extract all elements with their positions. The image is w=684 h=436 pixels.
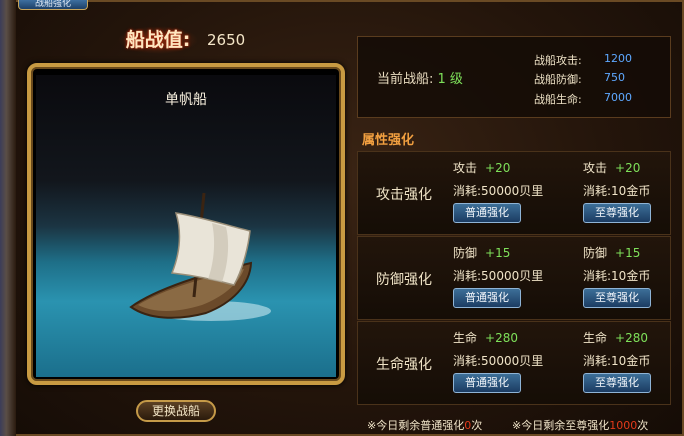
supreme-stat-plus: +20: [615, 161, 641, 175]
normal-remaining-suffix: 次: [471, 419, 483, 432]
normal-stat-plus: +15: [485, 246, 511, 260]
stat-row-defense: 战船防御: 750: [534, 71, 625, 87]
cost-value: 10金币: [611, 184, 651, 198]
normal-stat-defense: 防御 +15: [453, 244, 510, 261]
normal-cost-attack: 消耗:50000贝里: [453, 182, 543, 199]
cost-label: 消耗:: [453, 184, 482, 198]
normal-stat-name: 攻击: [453, 161, 478, 175]
background-edge: [0, 0, 16, 436]
combat-value-label: 船战值:: [118, 26, 198, 54]
normal-cost-life: 消耗:50000贝里: [453, 352, 543, 369]
supreme-enhance-button-attack[interactable]: 至尊强化: [583, 203, 651, 223]
cost-label: 消耗:: [583, 184, 612, 198]
enhance-panel-attack: 攻击强化 攻击 +20 消耗:50000贝里 普通强化 攻击 +20 消耗:10金币…: [357, 151, 671, 235]
supreme-column-defense: 防御 +15 消耗:10金币 至尊强化: [583, 237, 684, 321]
supreme-enhance-button-defense[interactable]: 至尊强化: [583, 288, 651, 308]
stat-row-attack: 战船攻击: 1200: [534, 52, 632, 68]
stat-label-attack: 战船攻击:: [534, 54, 582, 67]
normal-stat-plus: +280: [485, 331, 518, 345]
normal-stat-life: 生命 +280: [453, 329, 518, 346]
change-ship-button[interactable]: 更换战船: [136, 400, 216, 422]
current-ship-panel: 当前战船: 1 级 战船攻击: 1200 战船防御: 750 战船生命: 700…: [357, 36, 671, 118]
normal-column-attack: 攻击 +20 消耗:50000贝里 普通强化: [453, 152, 563, 236]
normal-column-life: 生命 +280 消耗:50000贝里 普通强化: [453, 322, 563, 406]
supreme-column-life: 生命 +280 消耗:10金币 至尊强化: [583, 322, 684, 406]
supreme-stat-life: 生命 +280: [583, 329, 648, 346]
stat-value-attack: 1200: [604, 52, 632, 65]
ship-illustration: [129, 192, 271, 321]
normal-stat-name: 生命: [453, 331, 478, 345]
supreme-column-attack: 攻击 +20 消耗:10金币 至尊强化: [583, 152, 684, 236]
supreme-enhance-button-life[interactable]: 至尊强化: [583, 373, 651, 393]
supreme-stat-defense: 防御 +15: [583, 244, 640, 261]
ship-view: 单帆船: [36, 75, 336, 377]
normal-remaining-note: ※今日剩余普通强化0次: [367, 417, 482, 433]
supreme-stat-name: 生命: [583, 331, 608, 345]
stat-label-defense: 战船防御:: [534, 73, 582, 86]
supreme-stat-name: 攻击: [583, 161, 608, 175]
supreme-remaining-prefix: ※今日剩余至尊强化: [512, 419, 610, 432]
cost-label: 消耗:: [583, 269, 612, 283]
supreme-remaining-count: 1000: [609, 419, 638, 432]
normal-enhance-button-attack[interactable]: 普通强化: [453, 203, 521, 223]
enhance-label-life: 生命强化: [376, 357, 432, 373]
cost-label: 消耗:: [583, 354, 612, 368]
cost-value: 10金币: [611, 354, 651, 368]
stat-value-defense: 750: [604, 71, 625, 84]
cost-value: 50000贝里: [481, 184, 544, 198]
supreme-remaining-note: ※今日剩余至尊强化1000次: [512, 417, 648, 433]
supreme-stat-name: 防御: [583, 246, 608, 260]
normal-enhance-button-life[interactable]: 普通强化: [453, 373, 521, 393]
supreme-stat-plus: +15: [615, 246, 641, 260]
supreme-cost-life: 消耗:10金币: [583, 352, 650, 369]
stat-value-life: 7000: [604, 91, 632, 104]
current-ship-label: 当前战船: 1 级: [377, 68, 463, 87]
cost-value: 50000贝里: [481, 354, 544, 368]
supreme-cost-attack: 消耗:10金币: [583, 182, 650, 199]
supreme-stat-attack: 攻击 +20: [583, 159, 640, 176]
supreme-remaining-suffix: 次: [637, 419, 649, 432]
enhance-label-defense: 防御强化: [376, 272, 432, 288]
enhance-label-attack: 攻击强化: [376, 187, 432, 203]
stat-label-life: 战船生命:: [534, 93, 582, 106]
current-ship-level: 1 级: [437, 72, 463, 87]
cost-label: 消耗:: [453, 269, 482, 283]
normal-stat-name: 防御: [453, 246, 478, 260]
current-ship-label-text: 当前战船:: [377, 72, 434, 87]
normal-stat-attack: 攻击 +20: [453, 159, 510, 176]
supreme-cost-defense: 消耗:10金币: [583, 267, 650, 284]
cost-value: 50000贝里: [481, 269, 544, 283]
normal-stat-plus: +20: [485, 161, 511, 175]
normal-column-defense: 防御 +15 消耗:50000贝里 普通强化: [453, 237, 563, 321]
cost-label: 消耗:: [453, 354, 482, 368]
combat-value: 2650: [207, 31, 246, 49]
normal-enhance-button-defense[interactable]: 普通强化: [453, 288, 521, 308]
supreme-stat-plus: +280: [615, 331, 648, 345]
enhance-panel-life: 生命强化 生命 +280 消耗:50000贝里 普通强化 生命 +280 消耗:10…: [357, 321, 671, 405]
stat-row-life: 战船生命: 7000: [534, 91, 632, 107]
normal-cost-defense: 消耗:50000贝里: [453, 267, 543, 284]
window-title-tab[interactable]: 战船强化: [18, 0, 88, 10]
ship-display-frame: 单帆船: [27, 63, 345, 385]
cost-value: 10金币: [611, 269, 651, 283]
attribute-enhance-header: 属性强化: [362, 133, 415, 148]
enhance-panel-defense: 防御强化 防御 +15 消耗:50000贝里 普通强化 防御 +15 消耗:10金币…: [357, 236, 671, 320]
normal-remaining-prefix: ※今日剩余普通强化: [367, 419, 465, 432]
